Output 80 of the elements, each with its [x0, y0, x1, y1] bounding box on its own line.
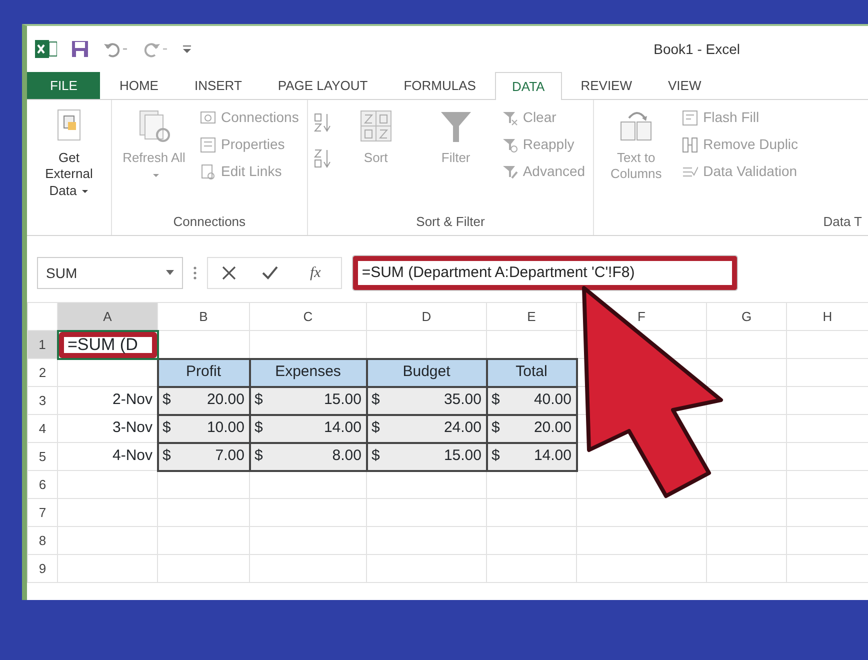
- customize-icon[interactable]: [183, 44, 191, 54]
- ribbon-tab[interactable]: REVIEW: [564, 72, 650, 99]
- group-label: Sort & Filter: [415, 213, 486, 231]
- currency-symbol: $: [492, 390, 500, 410]
- column-header[interactable]: D: [422, 308, 432, 324]
- currency-symbol: $: [372, 418, 380, 438]
- enter-icon[interactable]: [262, 266, 278, 280]
- amount: 20.00: [206, 390, 244, 410]
- amount: 7.00: [215, 446, 244, 466]
- amount: 24.00: [444, 418, 482, 438]
- ribbon-tab[interactable]: FILE: [27, 72, 100, 99]
- currency-symbol: $: [254, 390, 263, 410]
- currency-symbol: $: [492, 418, 500, 438]
- column-header[interactable]: H: [822, 308, 832, 324]
- flash-fill-icon: [682, 110, 698, 126]
- amount: 10.00: [206, 418, 244, 438]
- formula-field[interactable]: =SUM (Department A:Department 'C'!F8): [352, 255, 738, 291]
- amount: 40.00: [534, 390, 572, 410]
- row-header[interactable]: 1: [28, 330, 58, 358]
- ribbon-tab[interactable]: FORMULAS: [386, 72, 493, 99]
- currency-symbol: $: [162, 446, 171, 466]
- connections-icon: [200, 110, 216, 126]
- column-header[interactable]: A: [103, 308, 112, 324]
- amount: 15.00: [444, 446, 482, 466]
- save-icon[interactable]: [71, 40, 89, 58]
- ribbon-button[interactable]: Get External Data: [33, 106, 105, 211]
- refresh-icon: [137, 108, 171, 144]
- column-header[interactable]: F: [638, 308, 646, 324]
- row-header[interactable]: 8: [28, 526, 58, 554]
- currency-symbol: $: [372, 390, 380, 410]
- clear-filter-icon: [502, 110, 518, 126]
- advanced-filter-icon: [502, 164, 518, 180]
- row-header[interactable]: 3: [28, 386, 58, 414]
- excel-logo-icon: [35, 39, 57, 59]
- group-label: Connections: [172, 213, 247, 231]
- row-header[interactable]: 4: [28, 414, 58, 442]
- amount: 20.00: [534, 418, 572, 438]
- currency-symbol: $: [254, 446, 263, 466]
- table-cell: Profit: [158, 358, 250, 386]
- column-header[interactable]: G: [741, 308, 752, 324]
- ribbon-tab[interactable]: DATA: [494, 72, 562, 100]
- amount: 14.00: [534, 446, 572, 466]
- currency-symbol: $: [162, 418, 171, 438]
- remove-duplicates-icon: [682, 136, 698, 152]
- row-header[interactable]: 9: [28, 554, 58, 582]
- cancel-icon[interactable]: [222, 266, 236, 280]
- table-cell: Total: [486, 358, 576, 386]
- edit-links-icon: [200, 164, 216, 180]
- group-label: Data T: [822, 213, 862, 231]
- currency-symbol: $: [162, 390, 171, 410]
- ribbon-tab[interactable]: VIEW: [651, 72, 718, 99]
- currency-symbol: $: [254, 418, 263, 438]
- currency-symbol: $: [492, 446, 500, 466]
- column-header[interactable]: C: [303, 308, 313, 324]
- row-header[interactable]: 7: [28, 498, 58, 526]
- properties-icon: [200, 136, 216, 152]
- column-header[interactable]: E: [527, 308, 536, 324]
- amount: 35.00: [444, 390, 482, 410]
- sort-icon: [358, 108, 393, 144]
- name-box[interactable]: SUM: [37, 257, 183, 289]
- insert-function-button[interactable]: fx: [304, 260, 327, 286]
- ribbon-tab[interactable]: PAGE LAYOUT: [260, 72, 385, 99]
- dropdown-icon[interactable]: [166, 270, 174, 276]
- ribbon-tab[interactable]: INSERT: [177, 72, 259, 99]
- row-header[interactable]: 2: [28, 358, 58, 386]
- column-header[interactable]: B: [199, 308, 208, 324]
- amount: 15.00: [324, 390, 362, 410]
- amount: 8.00: [332, 446, 362, 466]
- ribbon-tab[interactable]: HOME: [102, 72, 176, 99]
- undo-icon[interactable]: [103, 40, 129, 58]
- row-header[interactable]: 6: [28, 470, 58, 498]
- window-title: Book1 - Excel: [654, 40, 740, 58]
- reapply-icon: [502, 136, 518, 152]
- amount: 14.00: [324, 418, 362, 438]
- drag-handle-icon[interactable]: [193, 265, 197, 281]
- table-cell[interactable]: =SUM (D: [58, 330, 158, 358]
- currency-symbol: $: [372, 446, 380, 466]
- table-cell: Budget: [366, 358, 486, 386]
- row-header[interactable]: 5: [28, 442, 58, 470]
- table-cell: Expenses: [250, 358, 366, 386]
